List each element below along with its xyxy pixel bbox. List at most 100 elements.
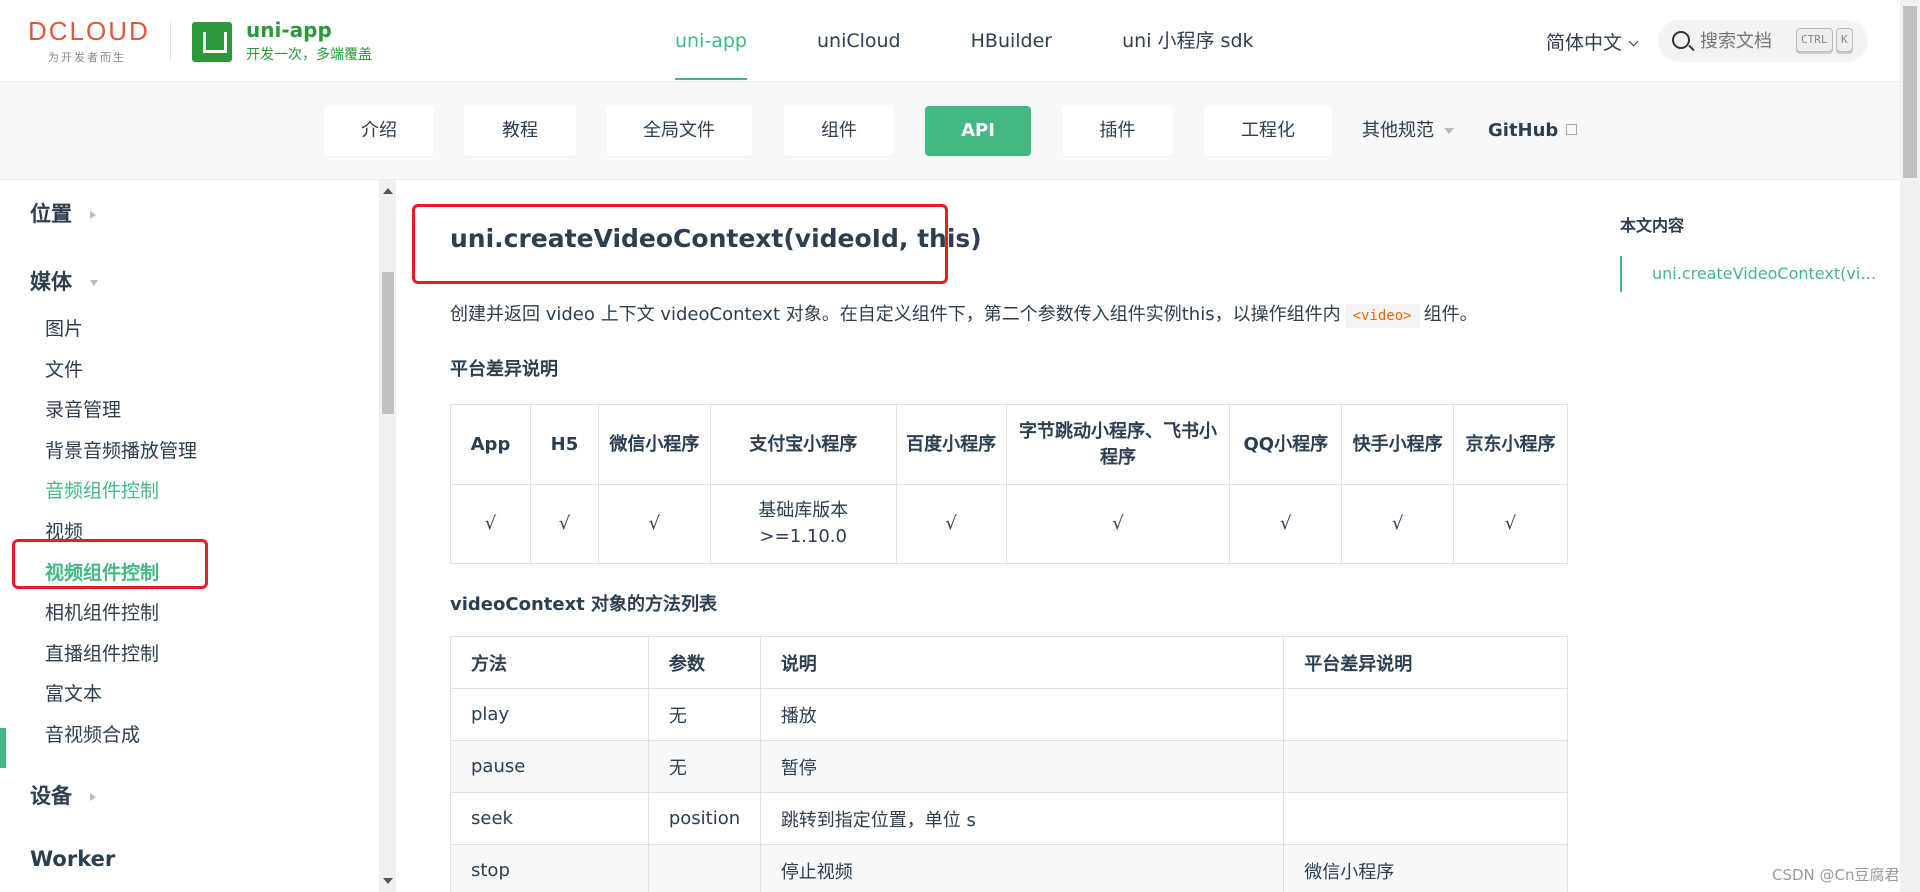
sidebar-group-media[interactable]: 媒体 <box>30 266 98 296</box>
sidebar-item-file[interactable]: 文件 <box>45 355 83 382</box>
watermark: CSDN @Cn豆腐君 <box>1772 866 1900 884</box>
table-cell: 跳转到指定位置，单位 s <box>759 792 1285 845</box>
table-row: play 无 播放 <box>450 688 1568 741</box>
desc-text: 创建并返回 video 上下文 videoContext 对象。在自定义组件下，… <box>450 304 1341 325</box>
table-cell <box>1283 740 1568 793</box>
chevron-down-icon <box>90 280 98 286</box>
subnav-other-specs[interactable]: 其他规范 <box>1362 106 1454 156</box>
sidebar-scroll-thumb[interactable] <box>382 272 394 414</box>
subnav-engineering[interactable]: 工程化 <box>1204 106 1332 156</box>
table-cell: √ <box>529 484 599 564</box>
table-cell: √ <box>450 484 531 564</box>
table-cell: 微信小程序 <box>1283 844 1568 892</box>
table-row: pause 无 暂停 <box>450 740 1568 793</box>
table-header: 说明 <box>759 636 1285 689</box>
topnav-unicloud[interactable]: uniCloud <box>817 0 901 82</box>
table-cell: pause <box>450 740 649 793</box>
table-cell <box>1283 688 1568 741</box>
table-cell: √ <box>1229 484 1343 564</box>
page-title: uni.createVideoContext(videoId, this) <box>450 224 982 253</box>
table-cell: 无 <box>647 688 761 741</box>
toc-title: 本文内容 <box>1620 216 1685 235</box>
sidebar: 位置 媒体 图片 文件 录音管理 背景音频播放管理 音频组件控制 视频 视频组件… <box>0 180 380 892</box>
scroll-up-icon[interactable] <box>383 188 393 194</box>
sidebar-item-rich-text[interactable]: 富文本 <box>45 679 102 706</box>
table-cell: 无 <box>647 740 761 793</box>
page-description: 创建并返回 video 上下文 videoContext 对象。在自定义组件下，… <box>450 300 1478 328</box>
subnav-github[interactable]: GitHub <box>1488 106 1578 156</box>
table-cell: position <box>647 792 761 845</box>
language-label: 简体中文 <box>1546 32 1623 54</box>
table-cell: stop <box>450 844 649 892</box>
table-header: App <box>450 404 531 485</box>
search-input[interactable] <box>1700 26 1800 56</box>
platform-table: App H5 微信小程序 支付宝小程序 百度小程序 字节跳动小程序、飞书小程序 … <box>450 404 1568 564</box>
subnav-plugins[interactable]: 插件 <box>1062 106 1173 156</box>
table-header-row: 方法 参数 说明 平台差异说明 <box>450 636 1568 689</box>
table-cell: √ <box>1005 484 1231 564</box>
table-cell: seek <box>450 792 649 845</box>
group-label: 设备 <box>30 784 72 808</box>
methods-section-title: videoContext 对象的方法列表 <box>450 594 718 615</box>
topnav-mini-sdk[interactable]: uni 小程序 sdk <box>1122 0 1253 82</box>
sidebar-item-bg-audio[interactable]: 背景音频播放管理 <box>45 436 197 463</box>
table-cell: play <box>450 688 649 741</box>
inline-code: <video> <box>1344 304 1420 328</box>
table-cell: 暂停 <box>759 740 1285 793</box>
search-box[interactable]: CTRL K <box>1658 20 1868 62</box>
sidebar-group-device[interactable]: 设备 <box>30 780 96 810</box>
group-label: 媒体 <box>30 270 72 294</box>
product-title[interactable]: uni-app <box>246 18 332 42</box>
kbd-ctrl: CTRL <box>1796 28 1833 52</box>
table-header: 支付宝小程序 <box>709 404 897 485</box>
subnav-intro[interactable]: 介绍 <box>324 106 434 156</box>
platform-section-title: 平台差异说明 <box>450 359 558 380</box>
main-content: uni.createVideoContext(videoId, this) 创建… <box>396 180 1576 892</box>
topnav-hbuilder[interactable]: HBuilder <box>971 0 1052 82</box>
sidebar-group-worker[interactable]: Worker <box>30 847 115 871</box>
group-label: 位置 <box>30 202 72 226</box>
subnav-components[interactable]: 组件 <box>784 106 894 156</box>
secondary-nav: 介绍 教程 全局文件 组件 API 插件 工程化 其他规范 GitHub <box>0 82 1900 180</box>
chevron-right-icon <box>90 211 96 219</box>
sidebar-item-live-context[interactable]: 直播组件控制 <box>45 639 159 666</box>
table-cell <box>647 844 761 892</box>
sidebar-item-image[interactable]: 图片 <box>45 314 83 341</box>
chevron-right-icon <box>90 793 96 801</box>
toc-item[interactable]: uni.createVideoContext(videoId, this) <box>1652 264 1882 283</box>
table-header: 百度小程序 <box>895 404 1007 485</box>
sidebar-item-audio-context[interactable]: 音频组件控制 <box>45 476 159 503</box>
caret-down-icon <box>1444 128 1454 134</box>
github-label: GitHub <box>1488 120 1559 141</box>
scroll-down-icon[interactable] <box>383 878 393 884</box>
product-subtitle: 开发一次，多端覆盖 <box>246 47 372 63</box>
dcloud-slogan: 为开发者而生 <box>48 51 126 64</box>
language-selector[interactable]: 简体中文 <box>1546 28 1639 55</box>
table-cell: 停止视频 <box>759 844 1285 892</box>
page-scroll-thumb[interactable] <box>1903 6 1917 178</box>
dcloud-logo[interactable]: DCLOUD 为开发者而生 <box>28 16 148 66</box>
table-header: 快手小程序 <box>1341 404 1455 485</box>
sidebar-item-av-compose[interactable]: 音视频合成 <box>45 720 140 747</box>
sidebar-group-location[interactable]: 位置 <box>30 198 96 228</box>
table-cell: √ <box>1341 484 1455 564</box>
sidebar-item-recorder[interactable]: 录音管理 <box>45 395 121 422</box>
table-header: 微信小程序 <box>597 404 711 485</box>
subnav-api[interactable]: API <box>925 106 1031 156</box>
desc-text-end: 组件。 <box>1423 304 1478 325</box>
subnav-tutorial[interactable]: 教程 <box>464 106 576 156</box>
table-cell: √ <box>597 484 711 564</box>
highlight-box-sidebar <box>12 539 208 589</box>
subnav-global-files[interactable]: 全局文件 <box>606 106 752 156</box>
table-header: 平台差异说明 <box>1283 636 1568 689</box>
table-header-row: App H5 微信小程序 支付宝小程序 百度小程序 字节跳动小程序、飞书小程序 … <box>450 404 1568 485</box>
table-row: seek position 跳转到指定位置，单位 s <box>450 792 1568 845</box>
topnav-uni-app[interactable]: uni-app <box>675 0 747 82</box>
other-specs-label: 其他规范 <box>1362 120 1434 141</box>
sidebar-item-camera-context[interactable]: 相机组件控制 <box>45 598 159 625</box>
table-header: 字节跳动小程序、飞书小程序 <box>1005 404 1231 485</box>
uni-app-logo-icon[interactable] <box>192 22 232 62</box>
table-header: 京东小程序 <box>1453 404 1568 485</box>
table-cell: 播放 <box>759 688 1285 741</box>
dcloud-logo-text: DCLOUD <box>28 16 150 46</box>
